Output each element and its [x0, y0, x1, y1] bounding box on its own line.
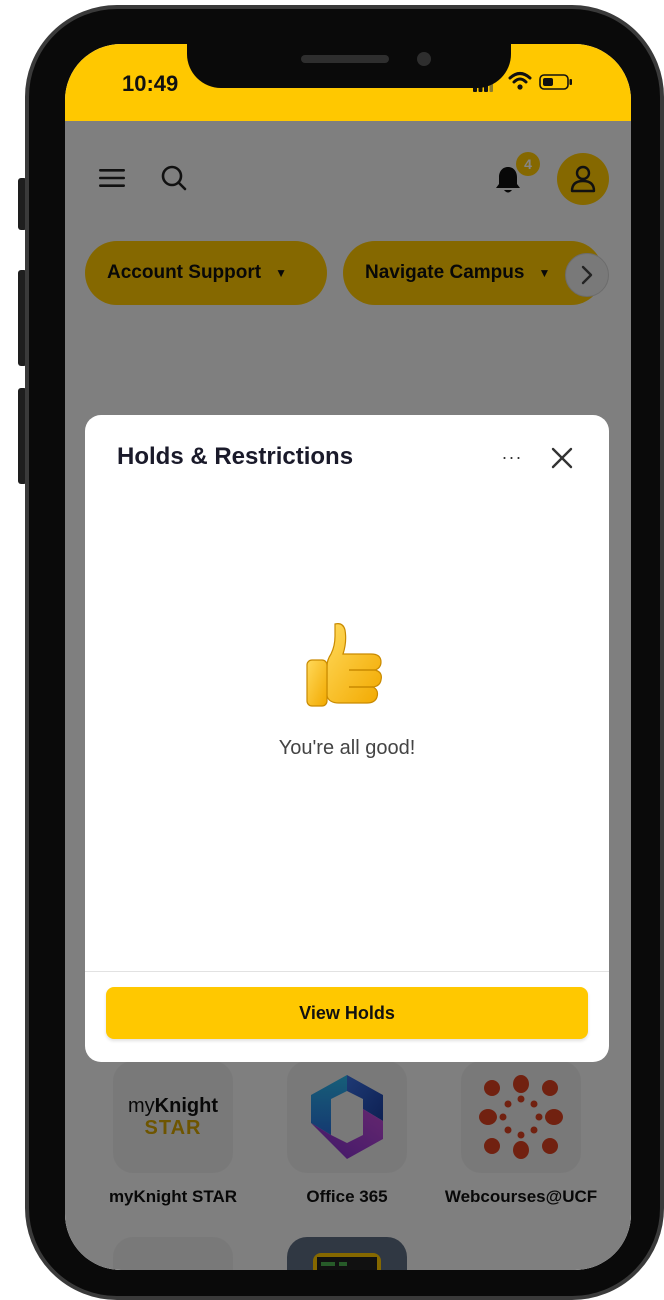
battery-icon — [539, 74, 572, 90]
status-time: 10:49 — [122, 71, 179, 96]
close-icon[interactable] — [547, 443, 577, 473]
phone-screen: 10:49 4 Account Support ▼ Navigate Campu… — [65, 44, 631, 1270]
status-message: You're all good! — [278, 737, 416, 759]
wifi-icon — [508, 72, 532, 90]
front-camera — [417, 52, 431, 66]
view-holds-button[interactable]: View Holds — [106, 987, 588, 1039]
more-icon[interactable]: ··· — [497, 445, 527, 469]
app-content: 4 Account Support ▼ Navigate Campus ▼ my… — [65, 121, 631, 1270]
holds-restrictions-dialog: Holds & Restrictions ··· You're all good… — [85, 415, 609, 1062]
dialog-title: Holds & Restrictions — [117, 443, 354, 470]
thumbs-up-icon — [306, 623, 382, 707]
status-bar: 10:49 — [65, 44, 631, 121]
divider — [85, 971, 609, 972]
phone-notch — [187, 44, 511, 88]
speaker-grille — [301, 55, 389, 63]
